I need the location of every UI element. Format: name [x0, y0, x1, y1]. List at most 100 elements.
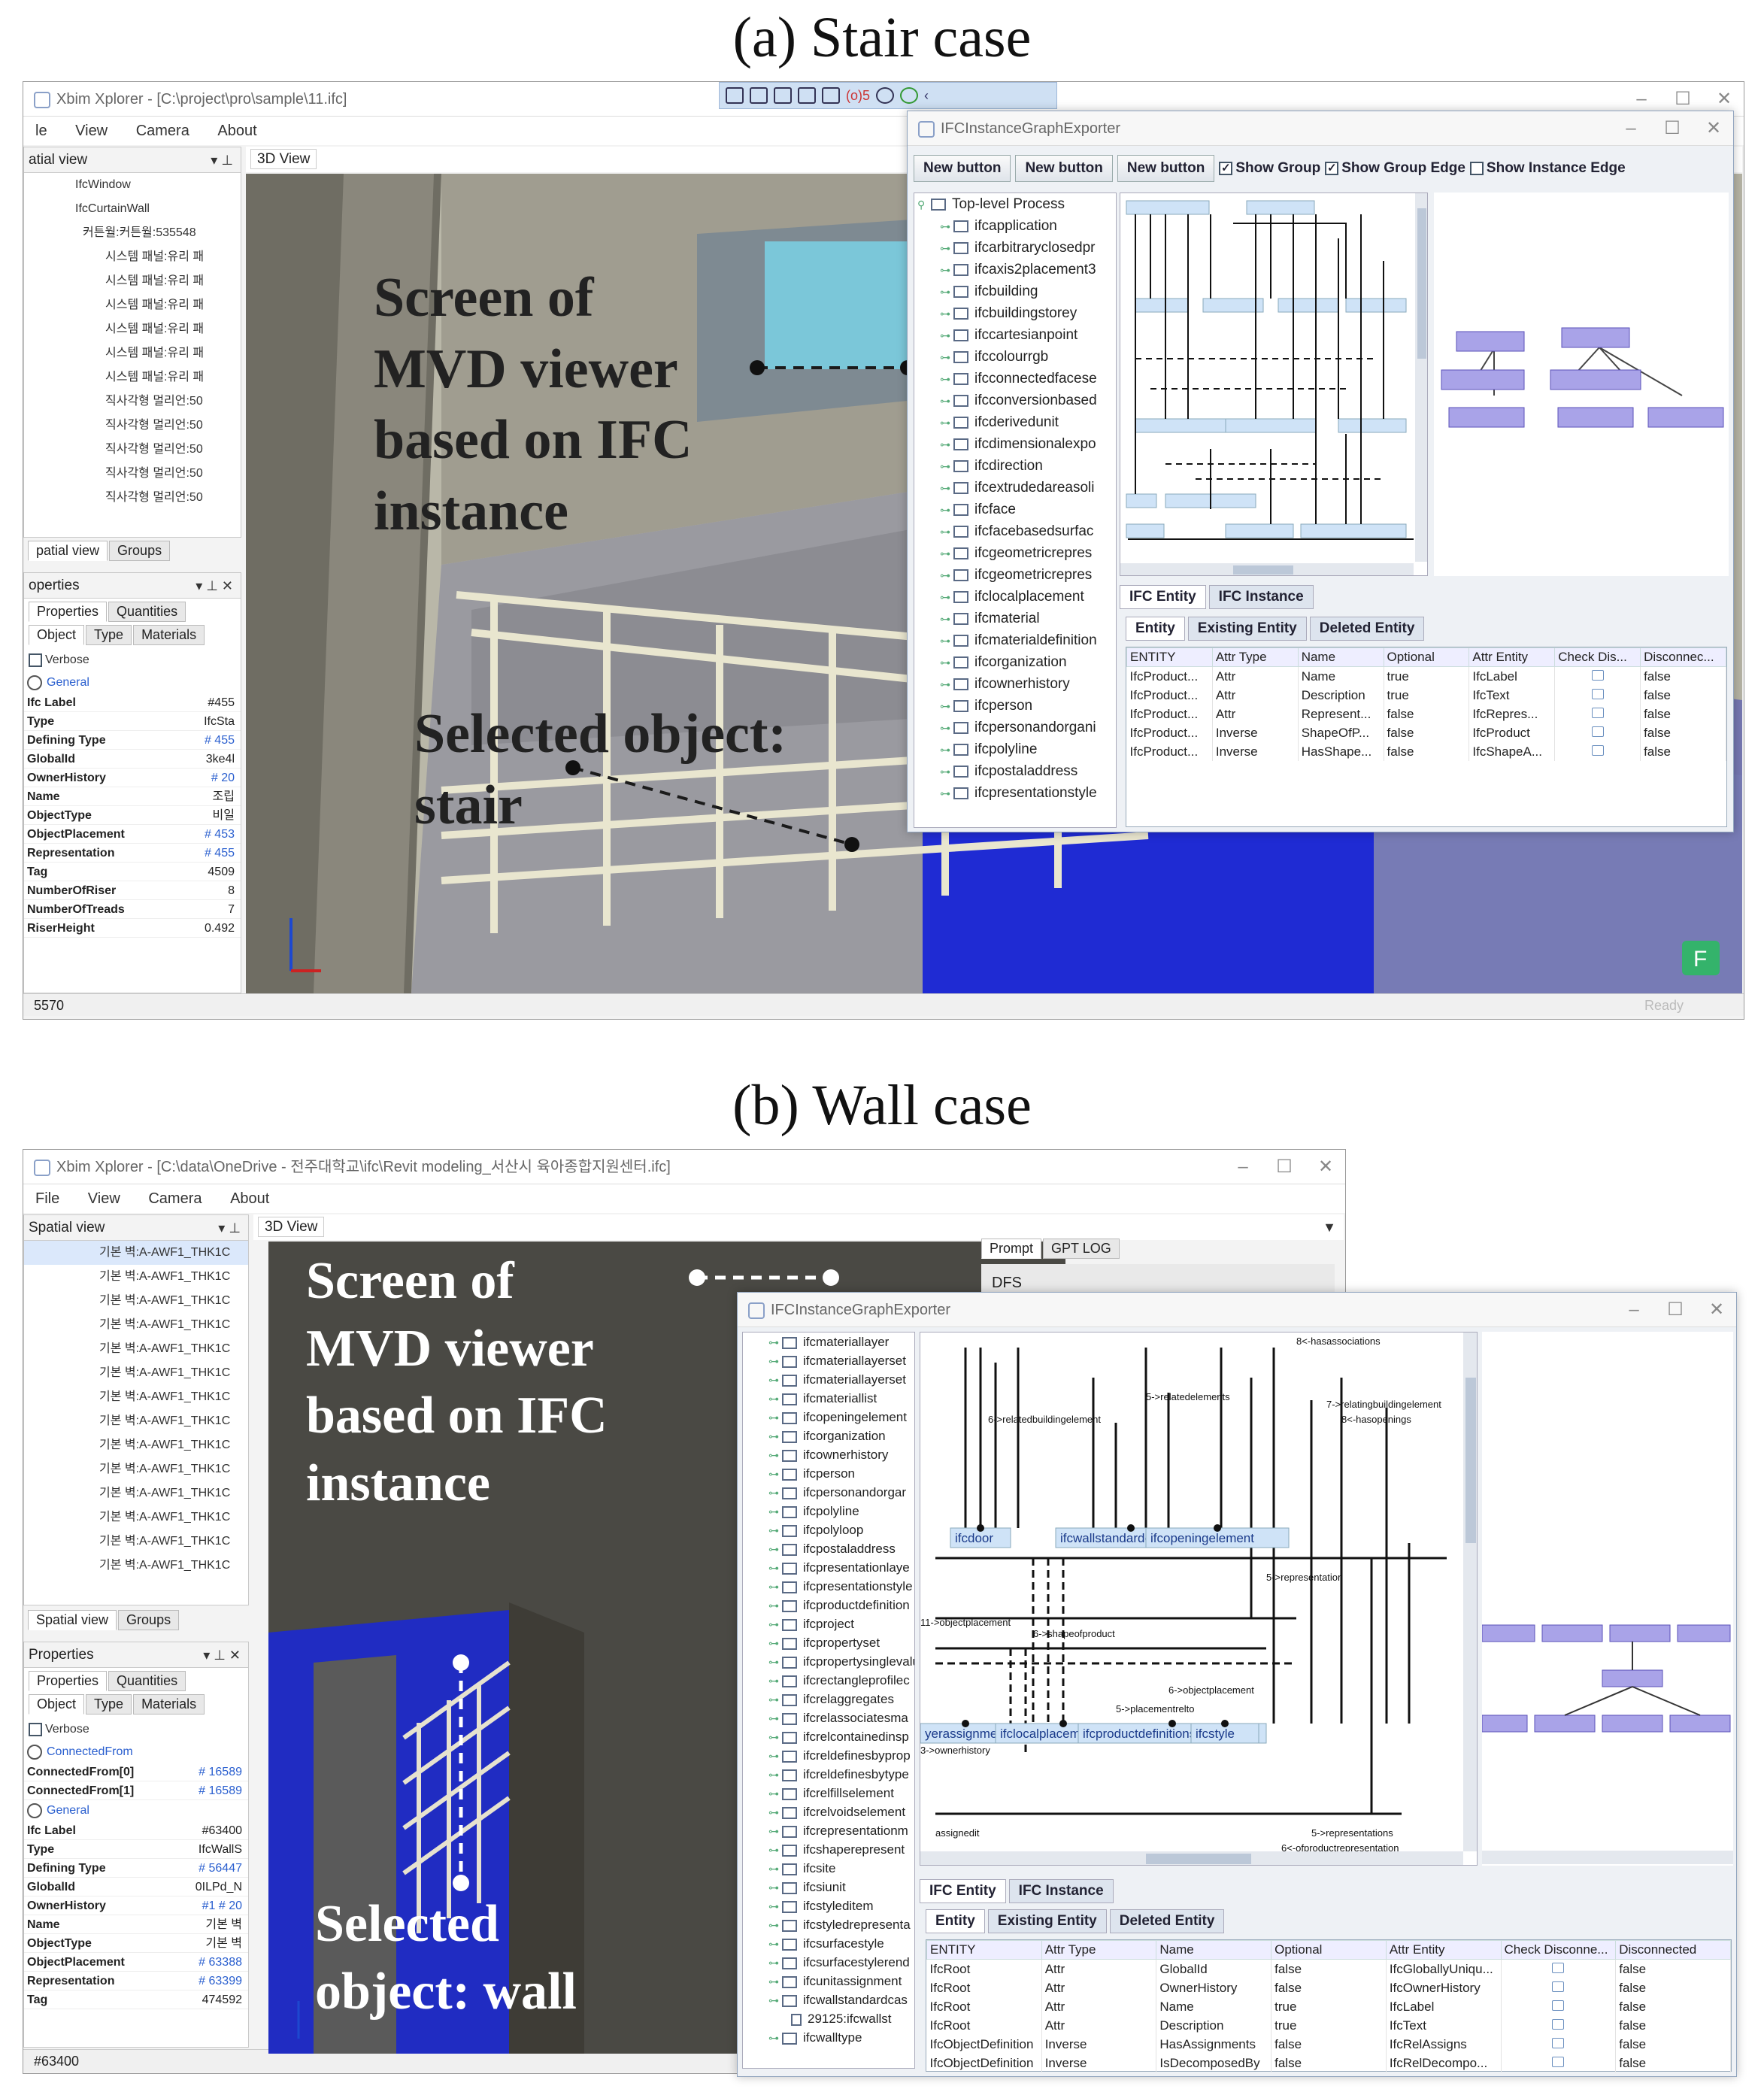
table-cell[interactable]	[1501, 1959, 1617, 1978]
expand-icon[interactable]: ⊶	[940, 739, 950, 761]
expand-icon[interactable]: ⊶	[768, 1596, 779, 1615]
expand-icon[interactable]: ⊶	[940, 434, 950, 456]
verbose-checkbox[interactable]: Verbose	[24, 1718, 248, 1742]
tree-item[interactable]: ⊶ ifcrelfillselement	[743, 1784, 914, 1802]
tree-item[interactable]: ⊶ ifcproject	[743, 1614, 914, 1633]
table-cell[interactable]	[1554, 742, 1641, 761]
tree-item[interactable]: ⊶ ifcopeningelement	[743, 1408, 914, 1427]
expand-icon[interactable]: ⊶	[768, 1333, 779, 1352]
property-value[interactable]: # 455	[178, 731, 241, 749]
tree-item[interactable]: ⊶ ifcderivedunit	[914, 411, 1116, 433]
column-header[interactable]: Name	[1156, 1940, 1272, 1960]
accessibility-icon[interactable]	[876, 87, 895, 104]
column-header[interactable]: Check Disconne...	[1500, 1940, 1617, 1960]
tab-groups[interactable]: Groups	[109, 541, 171, 561]
tree-item[interactable]: ⊶ ifcpolyloop	[743, 1520, 914, 1539]
tree-item[interactable]: ⊶ ifcgeometricrepres	[914, 564, 1116, 586]
expand-icon[interactable]: ⊶	[768, 1634, 779, 1653]
new-button-1[interactable]: New button	[914, 155, 1011, 182]
checkbox-icon[interactable]	[1591, 670, 1604, 681]
tree-item[interactable]: ⊶ ifcpropertysinglevalu	[743, 1652, 914, 1671]
expand-icon[interactable]: ⊶	[768, 1390, 779, 1408]
tree-item[interactable]: ⊶ ifcpresentationstyle	[743, 1577, 914, 1596]
tab-type[interactable]: Type	[86, 1694, 132, 1715]
tree-item[interactable]: ⊶ ifcpresentationstyle	[914, 782, 1116, 804]
tree-item[interactable]: ⊶ ifcbuilding	[914, 280, 1116, 302]
tree-item[interactable]: ⊶ ifcpostaladdress	[914, 760, 1116, 782]
tree-item[interactable]: ⊶ ifcorganization	[914, 651, 1116, 673]
expand-icon[interactable]: ⊶	[768, 1484, 779, 1502]
tree-item[interactable]: ⊶ ifcsiunit	[743, 1878, 914, 1896]
show-instance-edge-checkbox[interactable]: Show Instance Edge	[1469, 160, 1626, 177]
table-row[interactable]: IfcProduct... Attr Represent... false IfcRep…	[1126, 705, 1726, 723]
tree-item[interactable]: ⊶ ifcconnectedfacese	[914, 368, 1116, 390]
tree-item[interactable]: ⊶ ifcdirection	[914, 455, 1116, 477]
expand-icon[interactable]: ⊶	[768, 1841, 779, 1860]
tree-item[interactable]: ⊶ ifcarbitraryclosedpr	[914, 237, 1116, 259]
expand-icon[interactable]: ⊶	[940, 761, 950, 783]
tree-item[interactable]: ⊶ ifcreldefinesbytype	[743, 1765, 914, 1784]
table-cell[interactable]	[1554, 705, 1641, 723]
tab-existing-entity[interactable]: Existing Entity	[1187, 617, 1307, 641]
expand-icon[interactable]: ⊶	[768, 1690, 779, 1709]
expand-icon[interactable]: ⊶	[768, 1371, 779, 1390]
tree-item[interactable]: ⊶ ifcperson	[743, 1464, 914, 1483]
expand-icon[interactable]: ⊶	[940, 587, 950, 608]
tree-item[interactable]: 기본 벽:A-AWF1_THK1C	[24, 1530, 248, 1554]
check-icon[interactable]: ✓	[1325, 161, 1339, 175]
table-row[interactable]: IfcObjectDefinition Inverse HasAssignments…	[926, 2035, 1731, 2054]
expand-icon[interactable]: ⊶	[940, 652, 950, 674]
tree-item[interactable]: 직사각형 멀리언:50	[30, 438, 241, 462]
tree-item[interactable]: ⊶ ifcstyledrepresenta	[743, 1915, 914, 1934]
dialog-maximize-button[interactable]: ☐	[1653, 111, 1692, 146]
collapse-circle-icon[interactable]	[27, 1744, 42, 1760]
expand-icon[interactable]: ⊶	[768, 1784, 779, 1803]
tree-item[interactable]: 기본 벽:A-AWF1_THK1C	[24, 1554, 248, 1578]
maximize-button[interactable]: ☐	[1265, 1150, 1304, 1184]
expand-icon[interactable]: ⊶	[768, 1559, 779, 1578]
expand-icon[interactable]: ⊶	[940, 478, 950, 499]
verbose-checkbox[interactable]: Verbose	[24, 648, 241, 672]
expand-icon[interactable]: ⊶	[768, 1766, 779, 1784]
tree-item[interactable]: 시스템 패널:유리 패	[30, 269, 241, 293]
tree-item[interactable]: ⊶ ifcdimensionalexpo	[914, 433, 1116, 455]
tab-properties[interactable]: Properties	[29, 602, 108, 622]
checkbox-icon[interactable]	[1552, 2057, 1565, 2067]
expand-icon[interactable]: ⊶	[768, 1540, 779, 1559]
tree-item[interactable]: 기본 벽:A-AWF1_THK1C	[24, 1289, 248, 1313]
column-header[interactable]: Check Dis...	[1554, 647, 1641, 667]
expand-icon[interactable]: ⊶	[768, 1803, 779, 1822]
tree-item[interactable]: IfcWindow	[30, 173, 241, 197]
tree-item[interactable]: ⊶ ifcaxis2placement3	[914, 259, 1116, 280]
tree-item[interactable]: ⊶ ifclocalplacement	[914, 586, 1116, 608]
tab-entity[interactable]: Entity	[1126, 617, 1185, 641]
tab-ifc-entity[interactable]: IFC Entity	[920, 1879, 1006, 1903]
menu-about[interactable]: About	[230, 1190, 269, 1207]
expand-icon[interactable]: ⊶	[940, 238, 950, 259]
frame-icon[interactable]	[798, 87, 816, 104]
instance-graph-a[interactable]	[1120, 193, 1428, 576]
tab-groups[interactable]: Groups	[118, 1610, 180, 1630]
tree-root[interactable]: ⚲ Top-level Process	[914, 193, 1116, 215]
expand-icon[interactable]: ⊶	[768, 1747, 779, 1766]
tree-item[interactable]: 시스템 패널:유리 패	[30, 293, 241, 317]
tree-item[interactable]: 기본 벽:A-AWF1_THK1C	[24, 1481, 248, 1505]
tree-item[interactable]: ⊶ ifcshaperepresent	[743, 1840, 914, 1859]
tree-item[interactable]: ⊶ ifcsurfacestylerend	[743, 1953, 914, 1972]
expand-icon[interactable]: ⊶	[940, 259, 950, 281]
tree-item[interactable]: ⊶ ifcsurfacestyle	[743, 1934, 914, 1953]
expand-icon[interactable]: ⊶	[768, 1446, 779, 1465]
group-general[interactable]: General	[24, 1800, 248, 1821]
tree-item[interactable]: ⊶ ifcrelvoidselement	[743, 1802, 914, 1821]
table-row[interactable]: IfcProduct... Attr Name true IfcLabel false	[1126, 666, 1726, 686]
column-header[interactable]: Attr Type	[1041, 1940, 1157, 1960]
column-header[interactable]: ENTITY	[926, 1940, 1042, 1960]
tree-item[interactable]: ⊶ ifcsite	[743, 1859, 914, 1878]
table-row[interactable]: IfcObjectDefinition Inverse IsDecomposedBy…	[926, 2054, 1731, 2072]
dropdown-icon[interactable]: ▼	[1323, 1214, 1336, 1240]
tree-item[interactable]: 기본 벽:A-AWF1_THK1C	[24, 1457, 248, 1481]
tree-item[interactable]: ⊶ ifcwallstandardcas	[743, 1990, 914, 2009]
tree-item[interactable]: 기본 벽:A-AWF1_THK1C	[24, 1337, 248, 1361]
table-row[interactable]: IfcRoot Attr Name true IfcLabel false	[926, 1997, 1731, 2016]
tree-item[interactable]: 시스템 패널:유리 패	[30, 341, 241, 365]
